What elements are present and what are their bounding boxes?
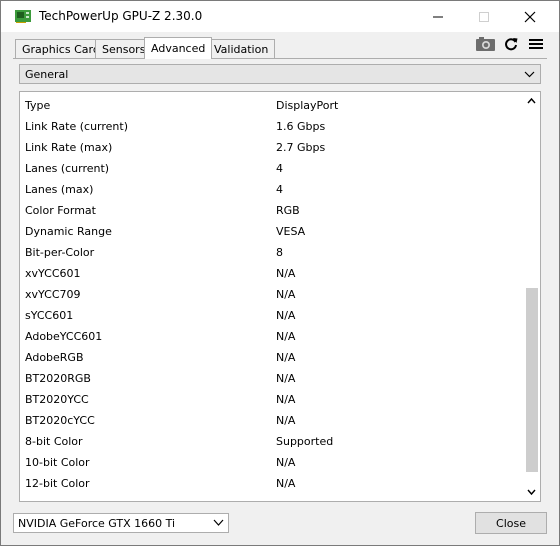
category-dropdown-value: General bbox=[25, 67, 69, 81]
property-key: AdobeRGB bbox=[25, 351, 84, 364]
property-value: N/A bbox=[276, 330, 296, 343]
property-key: 8-bit Color bbox=[25, 435, 83, 448]
list-item: 12-bit Color N/A bbox=[20, 473, 520, 494]
chevron-down-icon bbox=[213, 519, 224, 526]
gpu-select-value: NVIDIA GeForce GTX 1660 Ti bbox=[18, 516, 176, 530]
property-value: DisplayPort bbox=[276, 99, 339, 112]
property-value: N/A bbox=[276, 393, 296, 406]
list-item: xvYCC709 N/A bbox=[20, 284, 520, 305]
list-item: Color Format RGB bbox=[20, 200, 520, 221]
close-icon bbox=[524, 11, 536, 22]
scroll-down-arrow-icon[interactable] bbox=[527, 489, 536, 496]
property-key: BT2020YCC bbox=[25, 393, 89, 406]
property-value: N/A bbox=[276, 267, 296, 280]
minimize-button[interactable] bbox=[415, 1, 461, 32]
property-key: xvYCC709 bbox=[25, 288, 81, 301]
list-item: xvYCC601 N/A bbox=[20, 263, 520, 284]
property-key: Lanes (max) bbox=[25, 183, 94, 196]
property-value: N/A bbox=[276, 288, 296, 301]
gpuz-app-icon bbox=[15, 10, 31, 23]
list-item: BT2020cYCC N/A bbox=[20, 410, 520, 431]
property-key: Lanes (current) bbox=[25, 162, 110, 175]
tab-label: Advanced bbox=[151, 42, 206, 55]
property-list: Type DisplayPort Link Rate (current) 1.6 G… bbox=[19, 91, 541, 502]
tab-label: Validation bbox=[214, 42, 269, 56]
tab-label: Sensors bbox=[102, 42, 146, 56]
property-value: N/A bbox=[276, 351, 296, 364]
tab-graphics-card[interactable]: Graphics Card bbox=[15, 39, 107, 58]
list-item: Bit-per-Color 8 bbox=[20, 242, 520, 263]
refresh-icon[interactable] bbox=[504, 37, 518, 51]
gpu-select-dropdown[interactable]: NVIDIA GeForce GTX 1660 Ti bbox=[13, 513, 229, 533]
property-value: 1.6 Gbps bbox=[276, 120, 326, 133]
property-value: 2.7 Gbps bbox=[276, 141, 326, 154]
maximize-icon bbox=[479, 11, 489, 22]
list-item: sYCC601 N/A bbox=[20, 305, 520, 326]
property-key: 12-bit Color bbox=[25, 477, 90, 490]
vertical-scrollbar[interactable] bbox=[523, 92, 540, 501]
list-item: Link Rate (current) 1.6 Gbps bbox=[20, 116, 520, 137]
property-key: Link Rate (current) bbox=[25, 120, 129, 133]
property-key: Link Rate (max) bbox=[25, 141, 113, 154]
close-button[interactable]: Close bbox=[475, 512, 547, 534]
property-value: Supported bbox=[276, 435, 334, 448]
property-value: N/A bbox=[276, 477, 296, 490]
property-value: RGB bbox=[276, 204, 300, 217]
property-value: N/A bbox=[276, 309, 296, 322]
property-key: sYCC601 bbox=[25, 309, 74, 322]
property-key: BT2020RGB bbox=[25, 372, 91, 385]
list-item: BT2020RGB N/A bbox=[20, 368, 520, 389]
tab-validation[interactable]: Validation bbox=[207, 39, 276, 58]
property-value: VESA bbox=[276, 225, 306, 238]
tab-label: Graphics Card bbox=[22, 42, 100, 56]
property-value: N/A bbox=[276, 372, 296, 385]
list-item: 8-bit Color Supported bbox=[20, 431, 520, 452]
close-button-label: Close bbox=[496, 516, 526, 530]
list-item: Dynamic Range VESA bbox=[20, 221, 520, 242]
hamburger-menu-icon[interactable] bbox=[529, 37, 543, 51]
scrollbar-thumb[interactable] bbox=[526, 288, 538, 472]
property-key: AdobeYCC601 bbox=[25, 330, 103, 343]
property-key: Dynamic Range bbox=[25, 225, 112, 238]
scroll-up-arrow-icon[interactable] bbox=[527, 97, 536, 104]
close-window-button[interactable] bbox=[507, 1, 553, 32]
property-key: Bit-per-Color bbox=[25, 246, 95, 259]
list-item: Lanes (current) 4 bbox=[20, 158, 520, 179]
property-value: 4 bbox=[276, 162, 283, 175]
title-bar[interactable]: TechPowerUp GPU-Z 2.30.0 bbox=[1, 1, 559, 32]
list-item: BT2020YCC N/A bbox=[20, 389, 520, 410]
camera-icon[interactable] bbox=[476, 37, 495, 51]
tab-advanced[interactable]: Advanced bbox=[144, 37, 213, 59]
minimize-icon bbox=[433, 16, 443, 17]
property-value: N/A bbox=[276, 456, 296, 469]
category-dropdown[interactable]: General bbox=[19, 64, 541, 84]
property-key: Color Format bbox=[25, 204, 96, 217]
property-value: 4 bbox=[276, 183, 283, 196]
maximize-button bbox=[461, 1, 507, 32]
list-item: AdobeRGB N/A bbox=[20, 347, 520, 368]
list-item: Lanes (max) 4 bbox=[20, 179, 520, 200]
chevron-down-icon bbox=[524, 71, 535, 78]
property-value: N/A bbox=[276, 414, 296, 427]
property-key: 10-bit Color bbox=[25, 456, 90, 469]
list-item: Type DisplayPort bbox=[20, 95, 520, 116]
property-key: xvYCC601 bbox=[25, 267, 81, 280]
property-value: 8 bbox=[276, 246, 283, 259]
property-key: BT2020cYCC bbox=[25, 414, 95, 427]
list-item: Link Rate (max) 2.7 Gbps bbox=[20, 137, 520, 158]
list-item: 10-bit Color N/A bbox=[20, 452, 520, 473]
gpuz-window: TechPowerUp GPU-Z 2.30.0 Graphics Card S… bbox=[0, 0, 560, 546]
window-title: TechPowerUp GPU-Z 2.30.0 bbox=[39, 9, 203, 23]
tab-divider bbox=[13, 58, 547, 59]
property-key: Type bbox=[25, 99, 51, 112]
list-item: AdobeYCC601 N/A bbox=[20, 326, 520, 347]
